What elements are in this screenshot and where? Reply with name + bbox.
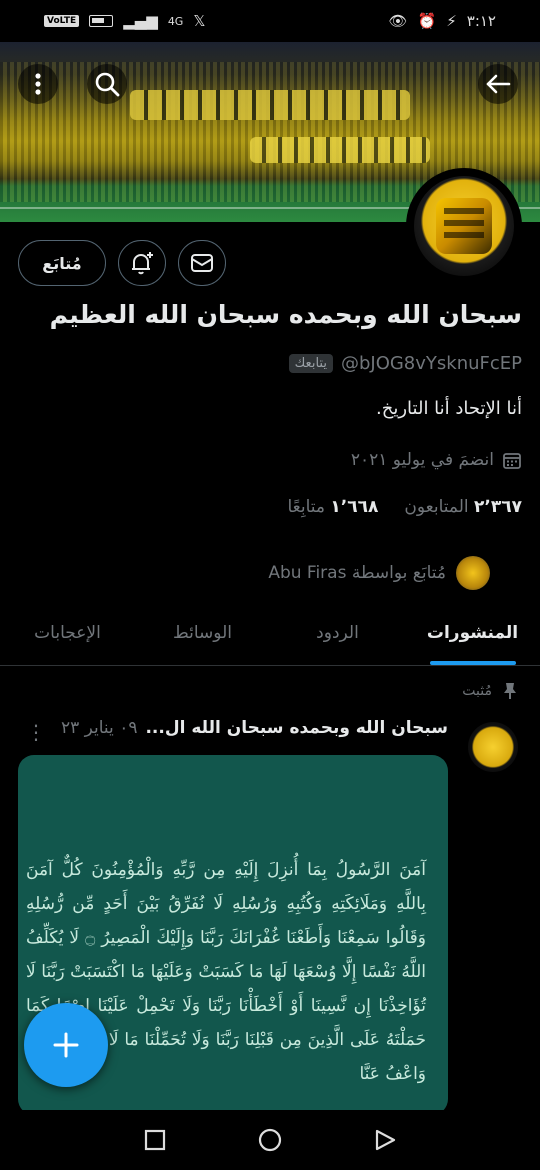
square-icon[interactable] [143,1128,167,1152]
volte-badge: VoLTE [44,15,80,27]
tiger-icon [436,198,492,254]
network-label: 4G [167,14,184,28]
plus-icon [53,1032,79,1058]
battery-icon [89,15,114,27]
search-icon [95,72,120,97]
bio: أنا الإتحاد أنا التاريخ. [376,398,522,419]
display-name: سبحان الله وبحمده سبحان الله العظيم [49,300,522,329]
following-label: المتابعون [404,497,469,517]
envelope-icon [191,254,213,272]
follow-stats: ٢٬٣٦٧ المتابعون ١٬٦٦٨ متابِعًا [287,497,522,517]
followed-by-text: مُتابَع بواسطة Abu Firas [268,563,446,583]
circle-icon[interactable] [257,1127,283,1153]
follower-avatar [456,556,490,590]
banner-tifo-line [250,137,430,163]
message-button[interactable] [178,240,226,286]
follows-you-badge: يتابعك [288,354,333,373]
following-stat[interactable]: ٢٬٣٦٧ المتابعون [404,497,522,517]
banner-tifo [130,90,410,120]
back-button[interactable] [478,64,518,104]
tab-likes[interactable]: الإعجابات [0,600,135,665]
tab-posts[interactable]: المنشورات [405,600,540,665]
system-nav-bar [0,1110,540,1170]
calendar-icon [503,453,521,469]
followers-count: ١٬٦٦٨ [330,497,379,517]
status-left: 👁 ⏰ ⚡ ٣:١٢ [388,12,496,30]
tab-replies[interactable]: الردود [270,600,405,665]
followers-stat[interactable]: ١٬٦٦٨ متابِعًا [287,497,378,517]
search-button[interactable] [87,64,127,104]
triangle-back-icon[interactable] [373,1128,397,1152]
following-button-label: مُتابَع [42,253,82,273]
arrow-left-icon [486,74,511,94]
tweet-author-name[interactable]: سبحان الله وبحمده سبحان الله ال... [145,718,448,738]
user-handle: @bJOG8vYsknuFcEP [340,353,522,374]
pinned-indicator: مُثبت [462,682,518,700]
tweet-author-avatar[interactable] [468,722,518,772]
following-button[interactable]: مُتابَع [18,240,106,286]
more-button[interactable] [18,64,58,104]
status-bar: VoLTE ▂▄▆ 4G 𝕏 👁 ⏰ ⚡ ٣:١٢ [0,0,540,42]
tweet-date[interactable]: ٠٩ يناير ٢٣ [61,718,138,738]
joined-date-row: انضمَ في يوليو ٢٠٢١ [351,450,522,470]
following-count: ٢٬٣٦٧ [474,497,522,517]
club-logo [414,176,514,276]
bell-plus-icon [132,252,153,275]
signal-icon: ▂▄▆ [123,12,158,30]
notifications-button[interactable] [118,240,166,286]
battery-saver-icon: ⚡ [446,12,457,30]
tweet-more-icon[interactable]: ⋮ [26,720,46,744]
tab-media[interactable]: الوسائط [135,600,270,665]
followers-label: متابِعًا [287,497,325,517]
status-time: ٣:١٢ [466,12,496,30]
status-right: VoLTE ▂▄▆ 4G 𝕏 [44,12,205,30]
compose-button[interactable] [24,1003,108,1087]
followed-by-row[interactable]: مُتابَع بواسطة Abu Firas [268,556,490,590]
profile-avatar[interactable] [406,168,522,284]
pin-icon [504,683,516,699]
x-app-icon: 𝕏 [193,12,206,30]
handle-row: يتابعك @bJOG8vYsknuFcEP [288,353,522,374]
eye-icon: 👁 [388,12,408,30]
profile-tabs: المنشورات الردود الوسائط الإعجابات [0,600,540,666]
alarm-icon: ⏰ [417,12,437,30]
more-vertical-icon [35,73,41,95]
joined-date: انضمَ في يوليو ٢٠٢١ [350,450,494,470]
pinned-label: مُثبت [462,683,492,699]
tweet-header: سبحان الله وبحمده سبحان الله ال... ٠٩ ين… [18,718,448,738]
